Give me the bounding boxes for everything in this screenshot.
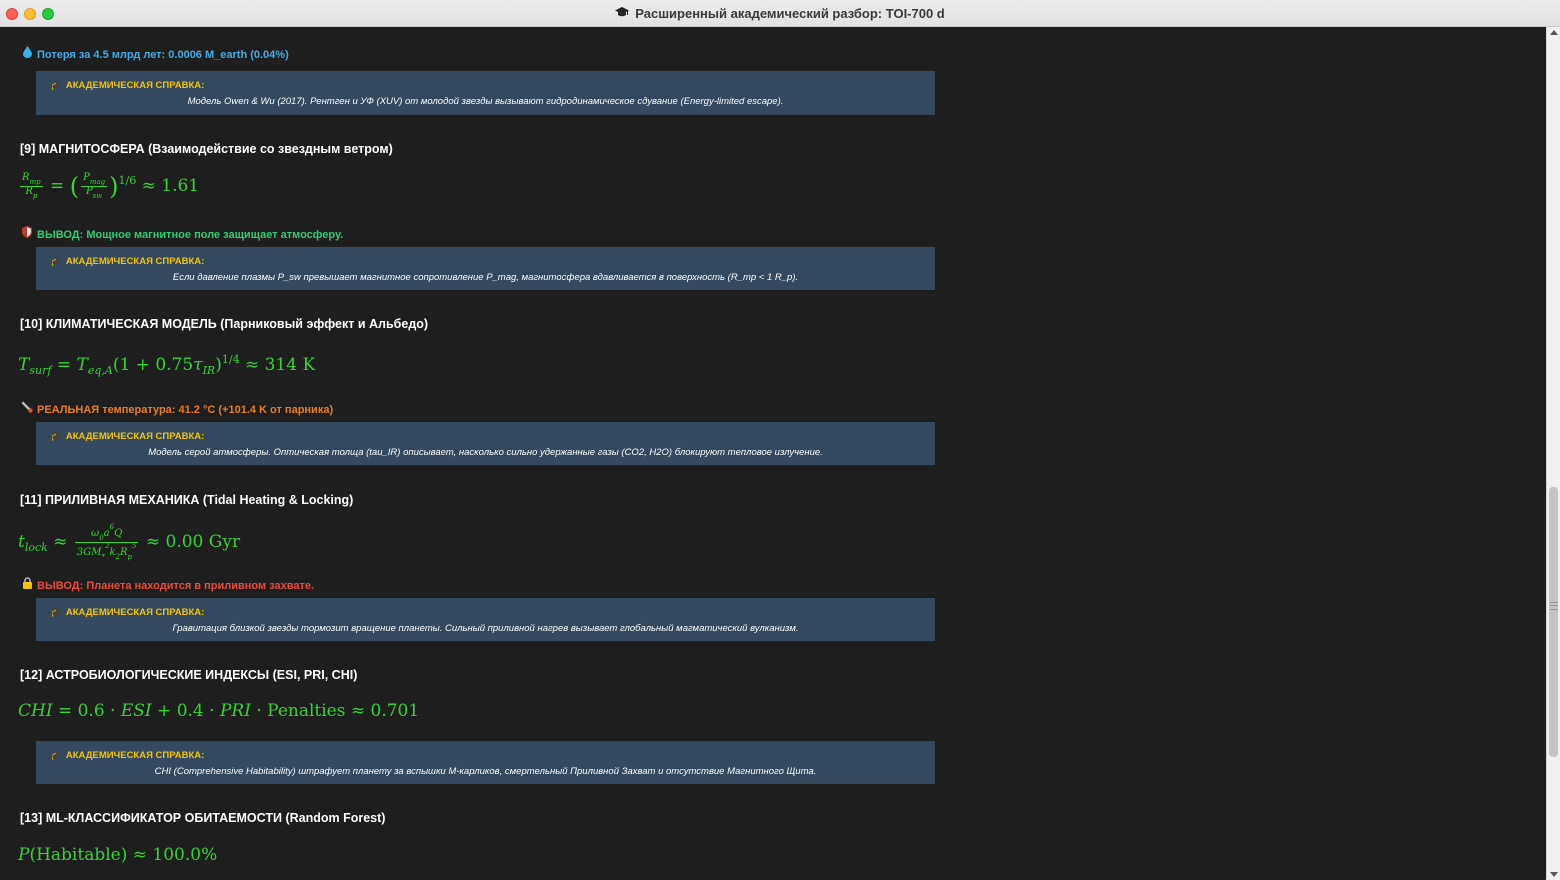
mortarboard-icon: 🎓 bbox=[50, 750, 62, 761]
temperature-conclusion: РЕАЛЬНАЯ температура: 41.2 °C (+101.4 K … bbox=[21, 401, 333, 416]
scroll-up-arrow-icon[interactable] bbox=[1550, 30, 1558, 35]
academic-note-title: 🎓 АКАДЕМИЧЕСКАЯ СПРАВКА: bbox=[50, 256, 205, 267]
thermometer-icon bbox=[21, 401, 33, 416]
app-window: Расширенный академический разбор: TOI-70… bbox=[0, 0, 1560, 880]
vertical-scrollbar[interactable] bbox=[1546, 27, 1560, 880]
academic-note-text: CHI (Comprehensive Habitability) штрафуе… bbox=[154, 766, 817, 777]
title-bar: Расширенный академический разбор: TOI-70… bbox=[0, 0, 1560, 27]
section-13-heading: [13] ML-КЛАССИФИКАТОР ОБИТАЕМОСТИ (Rando… bbox=[20, 811, 386, 825]
mortarboard-icon: 🎓 bbox=[50, 431, 62, 442]
academic-note-title: 🎓 АКАДЕМИЧЕСКАЯ СПРАВКА: bbox=[50, 750, 205, 761]
academic-note-box: 🎓 АКАДЕМИЧЕСКАЯ СПРАВКА: Если давление пл… bbox=[36, 247, 935, 290]
tidal-conclusion: ВЫВОД: Планета находится в приливном зах… bbox=[21, 577, 314, 592]
graduation-cap-icon bbox=[615, 7, 630, 21]
magnetosphere-result: ≈ 1.61 bbox=[141, 176, 200, 196]
tidal-formula: tlock ≈ ω0a6Q 3GM*2k2Rp5 ≈ 0.00 Gyr bbox=[18, 523, 241, 561]
ml-probability-formula: P(Habitable) ≈ 100.0% bbox=[18, 845, 218, 865]
mass-loss-line: Потеря за 4.5 млрд лет: 0.0006 M_earth (… bbox=[21, 46, 289, 61]
scrollbar-thumb[interactable] bbox=[1549, 487, 1558, 757]
report-scroll-area[interactable]: Потеря за 4.5 млрд лет: 0.0006 M_earth (… bbox=[0, 27, 1546, 880]
magnetosphere-formula: Rmp Rp = (Pmag Psw)1/6 ≈ 1.61 bbox=[20, 172, 200, 201]
academic-note-text: Гравитация близкой звезды тормозит враще… bbox=[172, 623, 799, 634]
mortarboard-icon: 🎓 bbox=[50, 80, 62, 91]
droplet-icon bbox=[21, 46, 33, 61]
academic-note-text: Модель серой атмосферы. Оптическая толща… bbox=[148, 447, 823, 458]
scroll-down-arrow-icon[interactable] bbox=[1550, 872, 1558, 877]
academic-note-title: 🎓 АКАДЕМИЧЕСКАЯ СПРАВКА: bbox=[50, 431, 205, 442]
climate-result: ≈ 314 K bbox=[244, 355, 316, 375]
scrollbar-grip-icon bbox=[1550, 602, 1558, 610]
academic-note-box: 🎓 АКАДЕМИЧЕСКАЯ СПРАВКА: CHI (Comprehensi… bbox=[36, 741, 935, 784]
ml-probability-result: ≈ 100.0% bbox=[132, 845, 218, 865]
window-title: Расширенный академический разбор: TOI-70… bbox=[0, 6, 1560, 21]
magnetosphere-conclusion: ВЫВОД: Мощное магнитное поле защищает ат… bbox=[21, 226, 343, 241]
academic-note-text: Если давление плазмы P_sw превышает магн… bbox=[172, 272, 799, 283]
academic-note-box: 🎓 АКАДЕМИЧЕСКАЯ СПРАВКА: Модель серой атм… bbox=[36, 422, 935, 465]
section-11-heading: [11] ПРИЛИВНАЯ МЕХАНИКА (Tidal Heating &… bbox=[20, 493, 354, 507]
lock-icon bbox=[21, 577, 33, 592]
mass-loss-text: Потеря за 4.5 млрд лет: 0.0006 M_earth (… bbox=[37, 49, 289, 61]
section-12-heading: [12] АСТРОБИОЛОГИЧЕСКИЕ ИНДЕКСЫ (ESI, PR… bbox=[20, 668, 358, 682]
section-10-heading: [10] КЛИМАТИЧЕСКАЯ МОДЕЛЬ (Парниковый эф… bbox=[20, 317, 429, 331]
shield-icon bbox=[21, 226, 33, 241]
chi-result: ≈ 0.701 bbox=[350, 701, 420, 721]
academic-note-text: Модель Owen & Wu (2017). Рентген и УФ (X… bbox=[187, 96, 784, 107]
habitability-index-formula: CHI = 0.6 · ESI + 0.4 · PRI · Penalties … bbox=[18, 701, 420, 721]
academic-note-title: 🎓 АКАДЕМИЧЕСКАЯ СПРАВКА: bbox=[50, 607, 205, 618]
climate-formula: Tsurf = Teq,A(1 + 0.75τIR)1/4 ≈ 314 K bbox=[18, 353, 316, 377]
tidal-result: ≈ 0.00 Gyr bbox=[145, 532, 241, 552]
mortarboard-icon: 🎓 bbox=[50, 607, 62, 618]
academic-note-title: 🎓 АКАДЕМИЧЕСКАЯ СПРАВКА: bbox=[50, 80, 205, 91]
window-title-text: Расширенный академический разбор: TOI-70… bbox=[635, 6, 945, 21]
section-9-heading: [9] МАГНИТОСФЕРА (Взаимодействие со звез… bbox=[20, 142, 393, 156]
academic-note-box: 🎓 АКАДЕМИЧЕСКАЯ СПРАВКА: Гравитация близк… bbox=[36, 598, 935, 641]
mortarboard-icon: 🎓 bbox=[50, 256, 62, 267]
academic-note-box: 🎓 АКАДЕМИЧЕСКАЯ СПРАВКА: Модель Owen & Wu… bbox=[36, 71, 935, 115]
